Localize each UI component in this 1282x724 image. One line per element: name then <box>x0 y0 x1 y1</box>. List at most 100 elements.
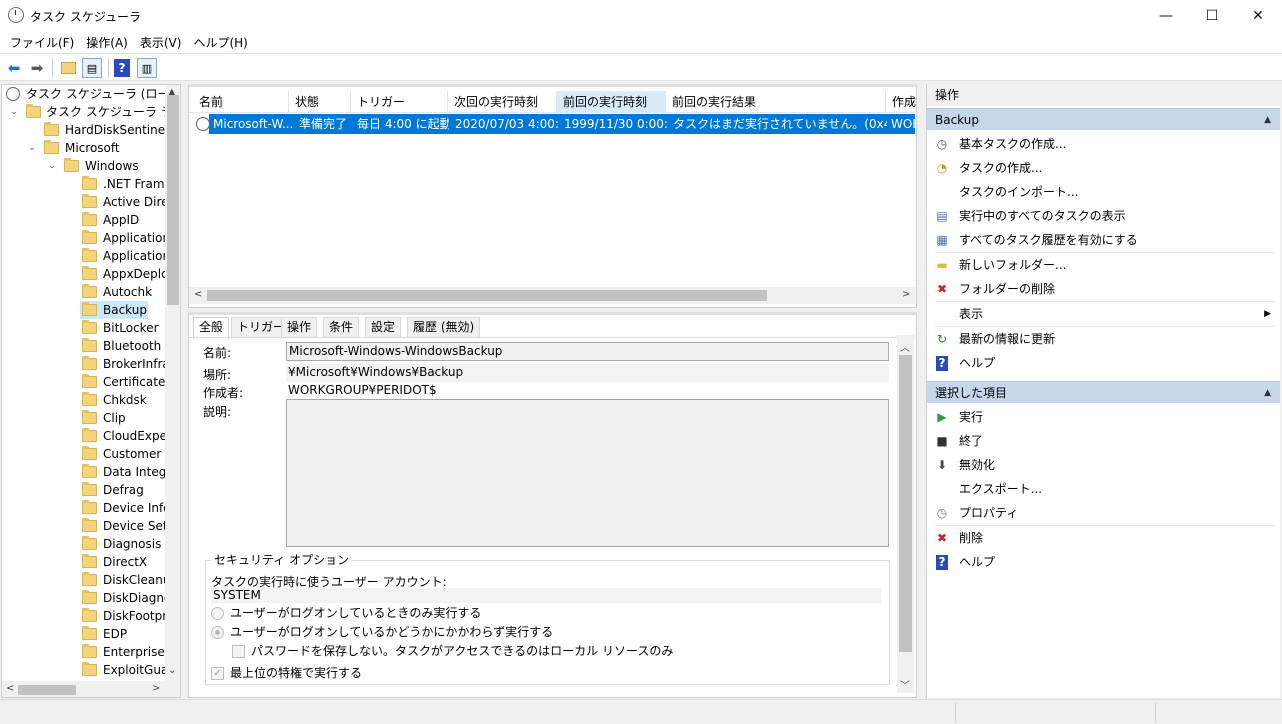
tree-item-folder[interactable]: Device Setu <box>80 517 175 535</box>
action-item[interactable]: ◷ プロパティ <box>927 501 1277 525</box>
tree-item-folder[interactable]: DiskDiagno <box>80 589 171 607</box>
tree-item-folder[interactable]: DiskFootpri <box>80 607 171 625</box>
tree-item-folder[interactable]: Active Direc <box>80 193 175 211</box>
tree-item-harddisksentinel[interactable]: HardDiskSentinel <box>6 121 168 139</box>
help-icon[interactable]: ? <box>114 59 130 77</box>
action-item[interactable]: ■ 終了 <box>927 429 1277 453</box>
tree-item-folder[interactable]: Application <box>80 229 170 247</box>
checkbox-highest-privileges[interactable]: ✓ <box>211 667 224 680</box>
action-item[interactable]: ? ヘルプ <box>927 550 1277 574</box>
action-item[interactable]: タスクのインポート... <box>927 180 1277 204</box>
scroll-right-arrow-icon[interactable]: > <box>902 289 910 300</box>
actions-section-backup[interactable]: Backup ▲ <box>927 108 1280 130</box>
maximize-button[interactable]: ☐ <box>1189 0 1235 31</box>
tree-item-folder[interactable]: Defrag <box>80 481 148 499</box>
tree-item-folder[interactable]: BitLocker <box>80 319 159 337</box>
console-tree[interactable]: タスク スケジューラ (ローカル) ⌄ タスク スケジューラ ライブラ Hard… <box>1 84 181 698</box>
tree-item-folder[interactable]: EnterpriseM <box>80 643 175 661</box>
tree-item-folder[interactable]: BrokerInfras <box>80 355 176 373</box>
action-item[interactable]: ↻ 最新の情報に更新 <box>927 327 1277 351</box>
column-header-next-run[interactable]: 次回の実行時刻 <box>448 91 557 113</box>
task-row[interactable]: Microsoft-W... 準備完了 毎日 4:00 に起動 2020/07/… <box>209 114 916 134</box>
tree-item-folder[interactable]: Autochk <box>80 283 152 301</box>
name-field[interactable]: Microsoft-Windows-WindowsBackup <box>286 342 889 361</box>
collapse-caret-icon[interactable]: ▲ <box>1264 382 1271 404</box>
tree-item-folder[interactable]: CloudExper <box>80 427 172 445</box>
tree-item-folder[interactable]: .NET Framew <box>80 175 180 193</box>
column-header-trigger[interactable]: トリガー <box>351 91 448 113</box>
radio-run-logged-on-only[interactable] <box>211 607 224 620</box>
action-item[interactable]: ? ヘルプ <box>927 351 1277 375</box>
tree-item-windows[interactable]: ⌄ Windows <box>6 157 139 175</box>
tree-item-folder[interactable]: Chkdsk <box>80 391 148 409</box>
tree-item-folder[interactable]: AppID <box>80 211 148 229</box>
tree-item-library[interactable]: ⌄ タスク スケジューラ ライブラ <box>6 103 180 121</box>
chevron-down-icon[interactable]: ⌄ <box>46 157 58 175</box>
back-arrow-icon[interactable]: ⬅ <box>4 58 24 78</box>
tree-hscroll-thumb[interactable] <box>18 685 76 695</box>
menu-action[interactable]: 操作(A) <box>80 31 134 53</box>
minimize-button[interactable]: — <box>1143 0 1189 31</box>
scroll-down-arrow-icon[interactable]: ⌄ <box>168 665 176 676</box>
scroll-down-arrow-icon[interactable]: ﹀ <box>900 677 910 692</box>
action-item[interactable]: ◔ タスクの作成... <box>927 156 1277 180</box>
tree-item-folder[interactable]: Bluetooth <box>80 337 161 355</box>
radio-run-whether-logged-on[interactable] <box>211 626 224 639</box>
column-header-name[interactable]: 名前 <box>193 91 289 113</box>
tree-item-folder[interactable]: Customer E <box>80 445 173 463</box>
action-item[interactable]: 表示 ▶ <box>927 302 1277 326</box>
column-header-author[interactable]: 作成 <box>886 91 916 113</box>
list-hscroll-thumb[interactable] <box>207 290 767 301</box>
tab-history[interactable]: 履歴 (無効) <box>407 317 481 337</box>
actions-section-selected[interactable]: 選択した項目 ▲ <box>927 381 1280 403</box>
action-item[interactable]: ⬇ 無効化 <box>927 453 1277 477</box>
tree-item-folder[interactable]: Data Integri <box>80 463 175 481</box>
tree-scroll-thumb[interactable] <box>167 95 179 305</box>
close-button[interactable]: ✕ <box>1235 0 1281 31</box>
forward-arrow-icon[interactable]: ➡ <box>27 58 47 78</box>
action-item[interactable]: ✖ 削除 <box>927 526 1277 550</box>
tab-general[interactable]: 全般 <box>193 317 230 339</box>
column-header-last-result[interactable]: 前回の実行結果 <box>666 91 886 113</box>
tab-conditions[interactable]: 条件 <box>323 317 360 337</box>
tree-item-folder[interactable]: CertificateS <box>80 373 173 391</box>
scroll-right-arrow-icon[interactable]: > <box>152 683 160 694</box>
tree-item-folder[interactable]: EDP <box>80 625 148 643</box>
menu-file[interactable]: ファイル(F) <box>4 31 80 53</box>
description-field[interactable] <box>286 399 889 547</box>
tree-item-microsoft[interactable]: ⌄ Microsoft <box>6 139 120 157</box>
collapse-caret-icon[interactable]: ▲ <box>1264 109 1271 131</box>
action-item[interactable]: ▶ 実行 <box>927 405 1277 429</box>
tab-settings[interactable]: 設定 <box>365 317 402 337</box>
action-item[interactable]: ▤ 実行中のすべてのタスクの表示 <box>927 204 1277 228</box>
tree-item-folder[interactable]: Diagnosis <box>80 535 161 553</box>
action-item[interactable]: ◷ 基本タスクの作成... <box>927 132 1277 156</box>
checkbox-do-not-store-password[interactable] <box>232 645 245 658</box>
tree-item-folder[interactable]: DiskCleanu <box>80 571 170 589</box>
chevron-down-icon[interactable]: ⌄ <box>26 139 38 157</box>
action-item[interactable]: エクスポート... <box>927 477 1277 501</box>
scroll-up-arrow-icon[interactable]: ︿ <box>900 339 910 354</box>
column-header-status[interactable]: 状態 <box>289 91 351 113</box>
menu-help[interactable]: ヘルプ(H) <box>187 31 253 53</box>
scroll-left-arrow-icon[interactable]: < <box>6 683 14 694</box>
tree-item-folder[interactable]: Device Info <box>80 499 171 517</box>
action-item[interactable]: ✖ フォルダーの削除 <box>927 277 1277 301</box>
tree-item-folder[interactable]: AppxDeploy <box>80 265 176 283</box>
action-item[interactable]: ▬ 新しいフォルダー... <box>927 253 1277 277</box>
tree-item-folder[interactable]: Clip <box>80 409 148 427</box>
action-item[interactable]: ▦ すべてのタスク履歴を有効にする <box>927 228 1277 252</box>
tree-item-folder[interactable]: Backup <box>80 301 148 319</box>
menu-view[interactable]: 表示(V) <box>134 31 188 53</box>
tab-actions[interactable]: 操作 <box>281 317 318 337</box>
tree-item-folder[interactable]: Application <box>80 247 170 265</box>
tree-item-folder[interactable]: DirectX <box>80 553 148 571</box>
show-hide-action-pane-icon[interactable]: ▥ <box>137 58 157 78</box>
scroll-left-arrow-icon[interactable]: < <box>194 289 202 300</box>
task-list[interactable]: 名前 状態 トリガー 次回の実行時刻 前回の実行時刻 前回の実行結果 作成 Mi… <box>188 84 917 308</box>
tree-item-root[interactable]: タスク スケジューラ (ローカル) <box>6 85 180 103</box>
tree-item-folder[interactable]: ExploitGuar <box>80 661 173 679</box>
location-field[interactable]: ¥Microsoft¥Windows¥Backup <box>286 364 889 383</box>
column-header-last-run[interactable]: 前回の実行時刻 <box>557 91 666 113</box>
details-scroll-thumb[interactable] <box>899 355 912 652</box>
